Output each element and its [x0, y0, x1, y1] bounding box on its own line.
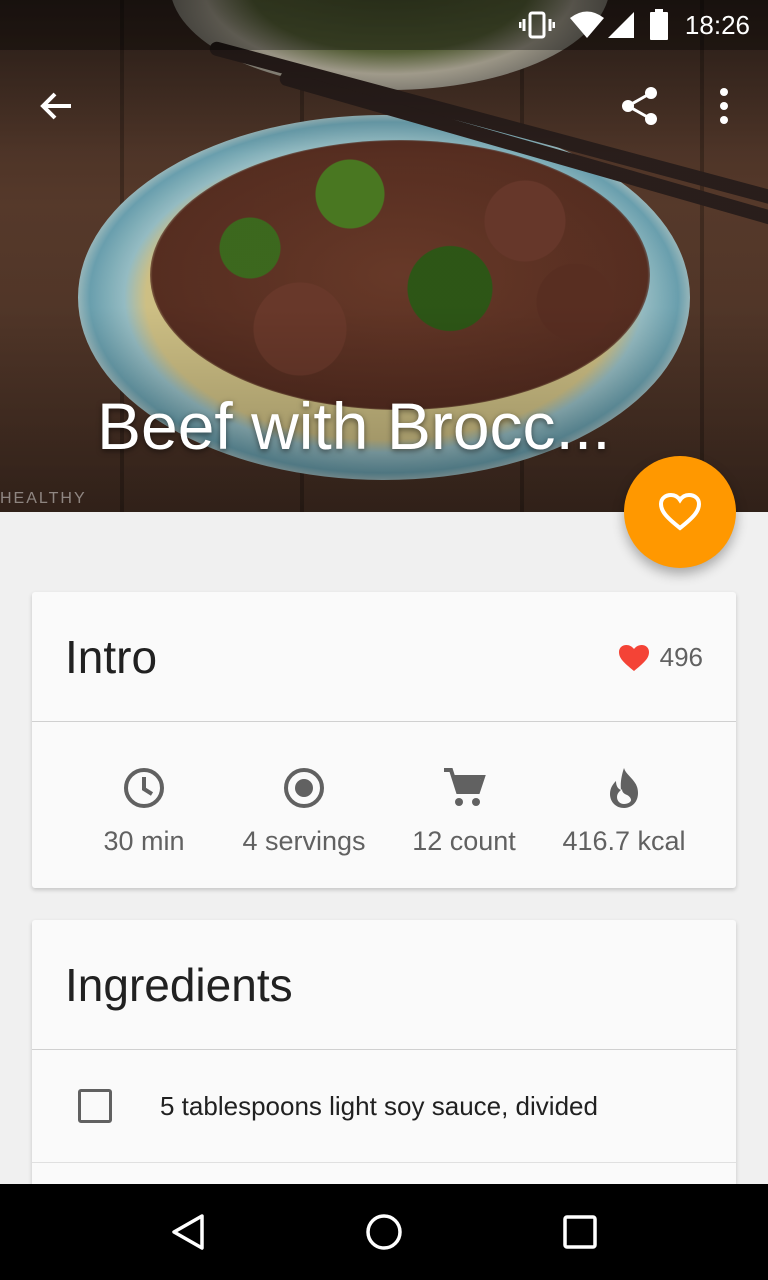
- nav-back-icon: [172, 1214, 204, 1250]
- stat-calories-label: 416.7 kcal: [562, 826, 686, 856]
- radio-target-icon: [284, 768, 324, 808]
- nav-recents-button[interactable]: [548, 1200, 612, 1264]
- intro-title: Intro: [65, 630, 158, 683]
- recipe-title: Beef with Brocc...: [97, 389, 611, 463]
- ingredient-text: 5 tablespoons light soy sauce, divided: [160, 1090, 598, 1121]
- share-icon: [622, 87, 657, 125]
- arrow-back-icon: [40, 92, 71, 120]
- heart-icon: [618, 644, 649, 671]
- ingredient-item[interactable]: 5 tablespoons light soy sauce, divided: [32, 1050, 736, 1163]
- wifi-icon: [569, 11, 605, 39]
- intro-header: Intro 496: [32, 592, 736, 722]
- nav-back-button[interactable]: [156, 1200, 220, 1264]
- likes-count: 496: [659, 642, 703, 672]
- stat-time-label: 30 min: [103, 826, 185, 856]
- stat-servings: 4 servings: [224, 764, 384, 887]
- ingredients-header: Ingredients: [32, 920, 736, 1050]
- flame-icon: [610, 768, 638, 808]
- signal-icon: [607, 11, 635, 39]
- nav-home-button[interactable]: [352, 1200, 416, 1264]
- photo-watermark: HEALTHY: [0, 490, 87, 507]
- stat-count: 12 count: [384, 764, 544, 887]
- battery-icon: [649, 9, 669, 41]
- intro-card: Intro 496 30 min 4 servings 12 count 416…: [32, 592, 736, 888]
- heart-outline-icon: [658, 492, 702, 531]
- more-vert-icon: [720, 88, 728, 124]
- share-button[interactable]: [612, 78, 668, 134]
- cart-icon: [444, 768, 486, 806]
- more-options-button[interactable]: [696, 78, 752, 134]
- favorite-button[interactable]: [624, 456, 736, 568]
- ingredient-checkbox[interactable]: [78, 1089, 112, 1123]
- clock-time: 18:26: [684, 9, 750, 40]
- clock-icon: [124, 768, 164, 808]
- likes-counter: 496: [618, 642, 703, 673]
- stat-calories: 416.7 kcal: [544, 764, 704, 887]
- navigation-bar: [0, 1184, 768, 1280]
- vibrate-icon: [518, 10, 555, 40]
- status-bar: 18:26: [0, 0, 768, 50]
- ingredients-title: Ingredients: [65, 958, 293, 1011]
- recipe-stats: 30 min 4 servings 12 count 416.7 kcal: [32, 722, 736, 887]
- back-button[interactable]: [28, 78, 84, 134]
- stat-count-label: 12 count: [412, 826, 516, 856]
- nav-home-icon: [366, 1214, 402, 1250]
- nav-recents-icon: [563, 1215, 597, 1249]
- toolbar: [0, 60, 768, 152]
- stat-servings-label: 4 servings: [242, 826, 366, 856]
- stat-time: 30 min: [64, 764, 224, 887]
